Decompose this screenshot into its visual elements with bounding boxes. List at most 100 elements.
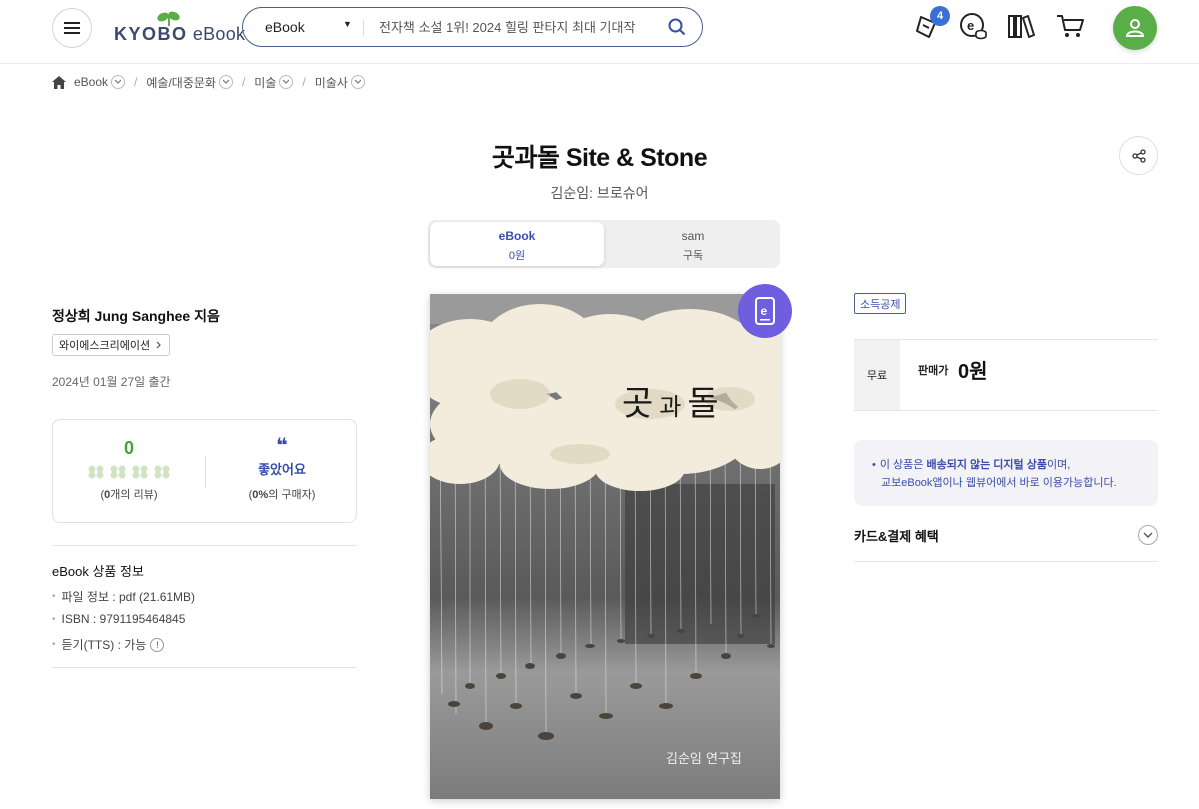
publisher-button[interactable]: 와이에스크리에이션: [52, 334, 171, 356]
bullet: •: [52, 639, 56, 650]
notification-badge: 4: [930, 6, 950, 26]
logo-text: KYOBO eBook: [114, 24, 246, 44]
cart-icon: [1057, 15, 1084, 37]
clover-icon: [88, 465, 104, 479]
header: KYOBO eBook eBook ▼ 4 e: [0, 0, 1199, 64]
share-button[interactable]: [1119, 136, 1158, 175]
breadcrumb-label: 미술사: [314, 75, 348, 90]
notice-text: 교보eBook앱이나 웹뷰어에서 바로 이용가능합니다.: [881, 477, 1117, 489]
tab-sam[interactable]: sam 구독: [606, 222, 780, 266]
product-subtitle: 김순임: 브로슈어: [550, 185, 649, 201]
library-icon: [1008, 15, 1035, 38]
bullet: •: [52, 591, 56, 602]
review-count-panel[interactable]: 0 (0개의 리뷰): [53, 420, 205, 524]
book-cover[interactable]: 곳과돌 김순임 연구집: [430, 294, 780, 799]
ecash-icon: e: [960, 13, 987, 40]
digital-product-notice: • 이 상품은 배송되지 않는 디지털 상품이며, 교보eBook앱이나 웹뷰어에…: [854, 440, 1158, 506]
search-input[interactable]: [379, 17, 649, 37]
ebook-info-item: • 파일 정보 : pdf (21.61MB): [52, 588, 195, 605]
breadcrumb-separator: /: [302, 75, 306, 89]
ebook-info-text: 파일 정보 : pdf (21.61MB): [61, 590, 196, 604]
publisher-name: 와이에스크리에이션: [59, 340, 151, 352]
cover-title-char: 돌: [687, 384, 725, 424]
breadcrumb-label: 미술: [254, 75, 277, 90]
user-profile-button[interactable]: [1113, 6, 1157, 50]
breadcrumb-label: eBook: [74, 75, 109, 89]
home-icon[interactable]: [52, 75, 66, 89]
clover-icon: [110, 465, 126, 479]
notice-text-bold: 배송되지 않는 디지털 상품: [926, 459, 1047, 471]
tax-deduction-badge: 소득공제: [854, 293, 907, 314]
review-percent-text: 의 구매자): [268, 489, 316, 501]
review-percent-note: (0%의 구매자): [248, 489, 316, 501]
bullet: •: [872, 459, 876, 471]
ticket-button[interactable]: 4: [912, 6, 950, 42]
tab-format-price: 0원: [508, 250, 526, 262]
cover-title-char: 곳: [622, 384, 660, 424]
review-sentiment-label: 좋았어요: [258, 462, 306, 477]
card-payment-benefits[interactable]: 카드&결제 혜택: [854, 508, 1158, 562]
clover-rating: [53, 465, 205, 479]
divider: [52, 545, 357, 546]
chevron-down-icon[interactable]: [350, 75, 365, 89]
quote-icon: ❝: [276, 435, 288, 457]
benefit-label: 카드&결제 혜택: [854, 529, 939, 544]
price-type: 무료: [854, 340, 900, 410]
review-percent-num: 0%: [252, 489, 269, 501]
publication-date: 2024년 01월 27일 출간: [52, 375, 171, 389]
divider: [52, 667, 357, 668]
info-icon[interactable]: !: [150, 637, 165, 652]
price-box: 무료 판매가 0원: [854, 339, 1158, 411]
author-name[interactable]: 정상희 Jung Sanghee 지음: [52, 306, 220, 326]
search-divider: [363, 20, 364, 36]
breadcrumb-item[interactable]: 미술사: [315, 74, 365, 91]
ebook-info-text: ISBN : 9791195464845: [61, 612, 186, 626]
tablet-ebook-icon: e: [755, 297, 775, 325]
cart-button[interactable]: [1054, 10, 1086, 42]
price-value: 0원: [958, 361, 988, 383]
review-sentiment-panel[interactable]: ❝ 좋았어요 (0%의 구매자): [206, 420, 358, 524]
chevron-down-icon[interactable]: [218, 75, 233, 89]
chevron-down-icon[interactable]: [1138, 525, 1158, 545]
chevron-right-icon: [156, 341, 161, 349]
menu-icon: [64, 22, 80, 34]
ebook-info-title: eBook 상품 정보: [52, 564, 144, 579]
review-count: 0: [123, 438, 134, 458]
tab-ebook[interactable]: eBook 0원: [430, 222, 604, 266]
menu-button[interactable]: [52, 8, 92, 48]
library-button[interactable]: [1006, 10, 1038, 42]
breadcrumb-item[interactable]: 미술: [254, 74, 294, 91]
tab-format-name: sam: [681, 229, 705, 243]
review-count-note-text: 개의 리뷰): [110, 489, 158, 501]
clover-icon: [132, 465, 148, 479]
review-count-note: (0개의 리뷰): [100, 489, 158, 501]
caret-down-icon[interactable]: ▼: [343, 19, 352, 29]
chevron-down-icon[interactable]: [279, 75, 294, 89]
kyobo-ebook-logo[interactable]: KYOBO eBook: [114, 10, 245, 46]
search-category-select[interactable]: eBook: [265, 19, 305, 35]
breadcrumb-separator: /: [241, 75, 246, 89]
breadcrumb-item[interactable]: 예술/대중문화: [146, 74, 233, 91]
user-icon: [1125, 19, 1145, 37]
share-icon: [1131, 148, 1146, 163]
tab-format-name: eBook: [498, 229, 536, 243]
notice-line: 교보eBook앱이나 웹뷰어에서 바로 이용가능합니다.: [872, 474, 1158, 492]
ebook-badge: e: [738, 284, 792, 338]
cover-title-char: 과: [659, 393, 688, 421]
ebook-info-item: • 듣기(TTS) : 가능!: [52, 636, 165, 653]
cover-artwork: [430, 294, 780, 799]
format-tabs: eBook 0원 sam 구독: [428, 220, 780, 268]
ebook-info-text: 듣기(TTS) : 가능: [61, 638, 147, 652]
clover-icon: [154, 465, 170, 479]
ecash-button[interactable]: e: [958, 10, 990, 42]
svg-text:e: e: [967, 18, 974, 33]
tab-format-price: 구독: [682, 250, 704, 262]
chevron-down-icon[interactable]: [111, 75, 126, 89]
search-bar: eBook ▼: [242, 7, 703, 47]
notice-line: • 이 상품은 배송되지 않는 디지털 상품이며,: [872, 456, 1158, 474]
notice-text: 이며,: [1046, 459, 1071, 471]
bullet: •: [52, 613, 56, 625]
breadcrumb-item[interactable]: eBook: [74, 75, 126, 89]
search-icon[interactable]: [668, 18, 686, 41]
cover-title: 곳과돌: [622, 376, 725, 425]
